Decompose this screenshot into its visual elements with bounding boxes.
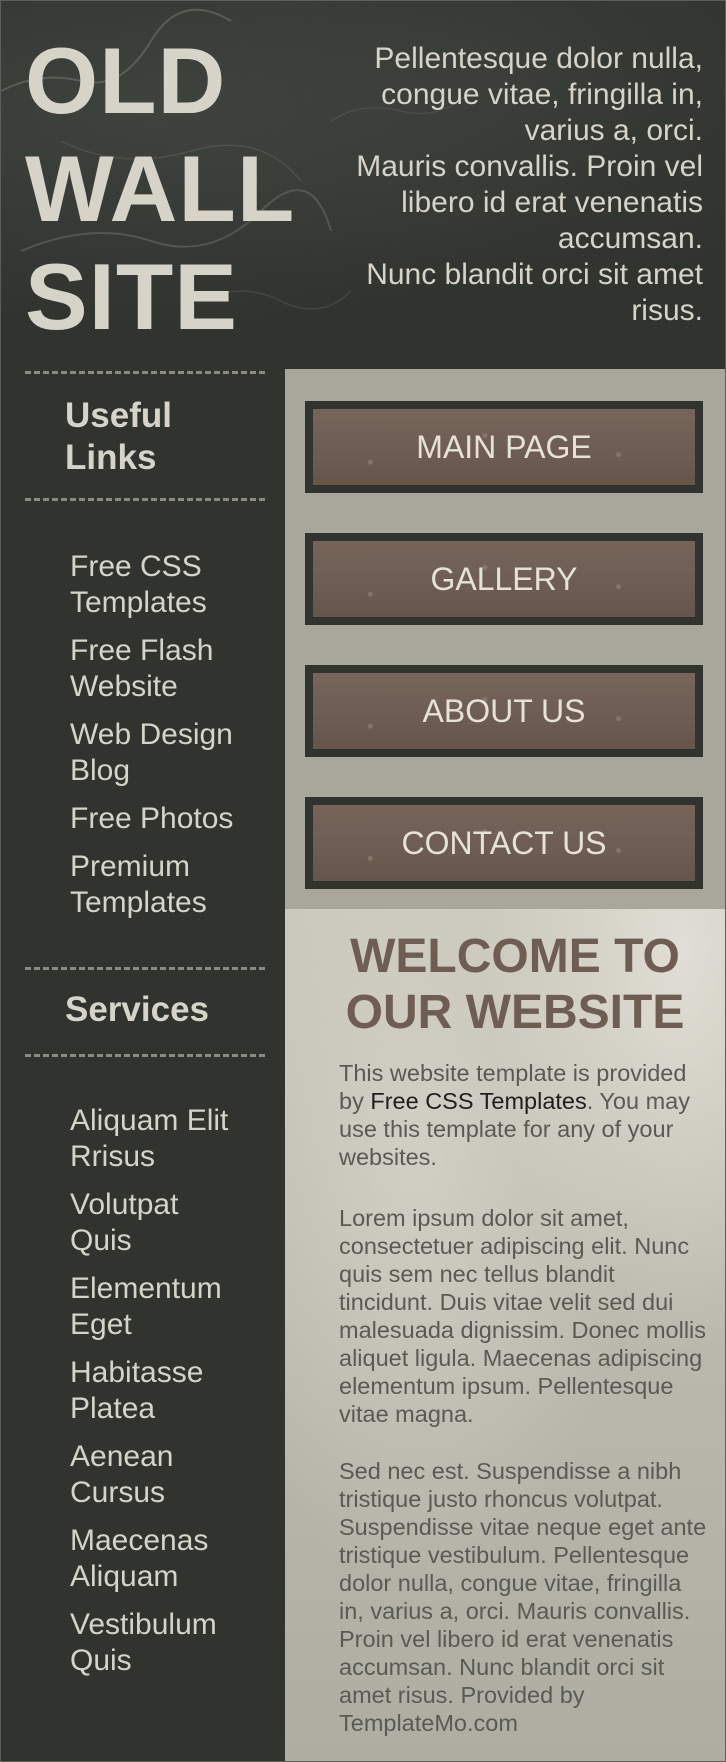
service-text: Aenean [70, 1440, 174, 1473]
nav-gallery-button[interactable]: GALLERY [305, 533, 703, 625]
welcome-heading: WELCOME TO OUR WEBSITE [335, 929, 695, 1041]
service-text: Quis [70, 1644, 132, 1677]
link-free-flash-website[interactable]: Free Flash Website [70, 633, 270, 705]
services-heading: Services [65, 990, 210, 1029]
free-css-templates-link[interactable]: Free CSS Templates [370, 1088, 586, 1114]
service-item[interactable]: Vestibulum Quis [70, 1607, 270, 1679]
service-text: Vestibulum [70, 1608, 217, 1641]
service-text: Volutpat [70, 1188, 179, 1221]
main-content: WELCOME TO OUR WEBSITE This website temp… [285, 909, 725, 1761]
nav-about-us-button[interactable]: ABOUT US [305, 665, 703, 757]
body-paragraph: Lorem ipsum dolor sit amet, consectetuer… [339, 1205, 707, 1427]
main-navigation: MAIN PAGE GALLERY ABOUT US CONTACT US [285, 369, 725, 909]
header-tagline: Pellentesque dolor nulla, congue vitae, … [313, 41, 703, 329]
link-free-photos[interactable]: Free Photos [70, 801, 270, 837]
service-text: Maecenas [70, 1524, 209, 1557]
nav-main-page-button[interactable]: MAIN PAGE [305, 401, 703, 493]
heading-line: Links [65, 438, 157, 477]
welcome-line: WELCOME TO [350, 930, 680, 983]
useful-links-list: Free CSS Templates Free Flash Website We… [70, 549, 270, 933]
service-item[interactable]: Volutpat Quis [70, 1187, 270, 1259]
service-text: Eget [70, 1308, 132, 1341]
heading-line: Useful [65, 396, 172, 435]
service-item[interactable]: Habitasse Platea [70, 1355, 270, 1427]
service-item[interactable]: Aenean Cursus [70, 1439, 270, 1511]
service-text: Cursus [70, 1476, 166, 1509]
site-title-line: OLD [25, 28, 227, 133]
header-text-line: Pellentesque dolor nulla, [374, 42, 703, 75]
link-premium-templates[interactable]: Premium Templates [70, 849, 270, 921]
link-text: Templates [70, 586, 207, 619]
site-header: OLD WALL SITE Pellentesque dolor nulla, … [1, 1, 725, 369]
dashed-divider [25, 967, 265, 970]
link-text: Free CSS [70, 550, 202, 583]
link-text: Free Photos [70, 802, 234, 835]
service-item[interactable]: Elementum Eget [70, 1271, 270, 1343]
services-list: Aliquam Elit Rrisus Volutpat Quis Elemen… [70, 1103, 270, 1691]
welcome-line: OUR WEBSITE [345, 986, 685, 1039]
dashed-divider [25, 498, 265, 501]
service-text: Aliquam [70, 1560, 179, 1593]
service-text: Quis [70, 1224, 132, 1257]
header-text-line: libero id erat venenatis [401, 186, 703, 219]
link-text: Templates [70, 886, 207, 919]
link-text: Blog [70, 754, 131, 787]
header-text-line: risus. [631, 294, 703, 327]
link-text: Premium [70, 850, 191, 883]
useful-links-heading: Useful Links [65, 395, 172, 479]
nav-contact-us-button[interactable]: CONTACT US [305, 797, 703, 889]
service-text: Aliquam Elit [70, 1104, 229, 1137]
link-text: Web Design [70, 718, 233, 751]
header-text-line: congue vitae, fringilla in, [381, 78, 703, 111]
link-text: Free Flash [70, 634, 214, 667]
page-frame: OLD WALL SITE Pellentesque dolor nulla, … [0, 0, 726, 1762]
service-text: Habitasse [70, 1356, 204, 1389]
link-text: Website [70, 670, 178, 703]
header-text-line: varius a, orci. [524, 114, 703, 147]
service-text: Elementum [70, 1272, 222, 1305]
service-text: Rrisus [70, 1140, 156, 1173]
service-text: Platea [70, 1392, 156, 1425]
header-text-line: Nunc blandit orci sit amet [366, 258, 703, 291]
site-title: OLD WALL SITE [25, 27, 305, 351]
intro-paragraph: This website template is provided by Fre… [339, 1059, 711, 1171]
dashed-divider [25, 371, 265, 374]
service-item[interactable]: Aliquam Elit Rrisus [70, 1103, 270, 1175]
site-title-line: SITE [25, 244, 238, 349]
link-free-css-templates[interactable]: Free CSS Templates [70, 549, 270, 621]
header-text-line: Mauris convallis. Proin vel [356, 150, 703, 183]
body-paragraph: Sed nec est. Suspendisse a nibh tristiqu… [339, 1458, 707, 1736]
header-text-line: accumsan. [557, 222, 703, 255]
dashed-divider [25, 1054, 265, 1057]
site-title-line: WALL [25, 136, 296, 241]
sidebar: Useful Links Free CSS Templates Free Fla… [1, 369, 285, 1761]
service-item[interactable]: Maecenas Aliquam [70, 1523, 270, 1595]
link-web-design-blog[interactable]: Web Design Blog [70, 717, 270, 789]
